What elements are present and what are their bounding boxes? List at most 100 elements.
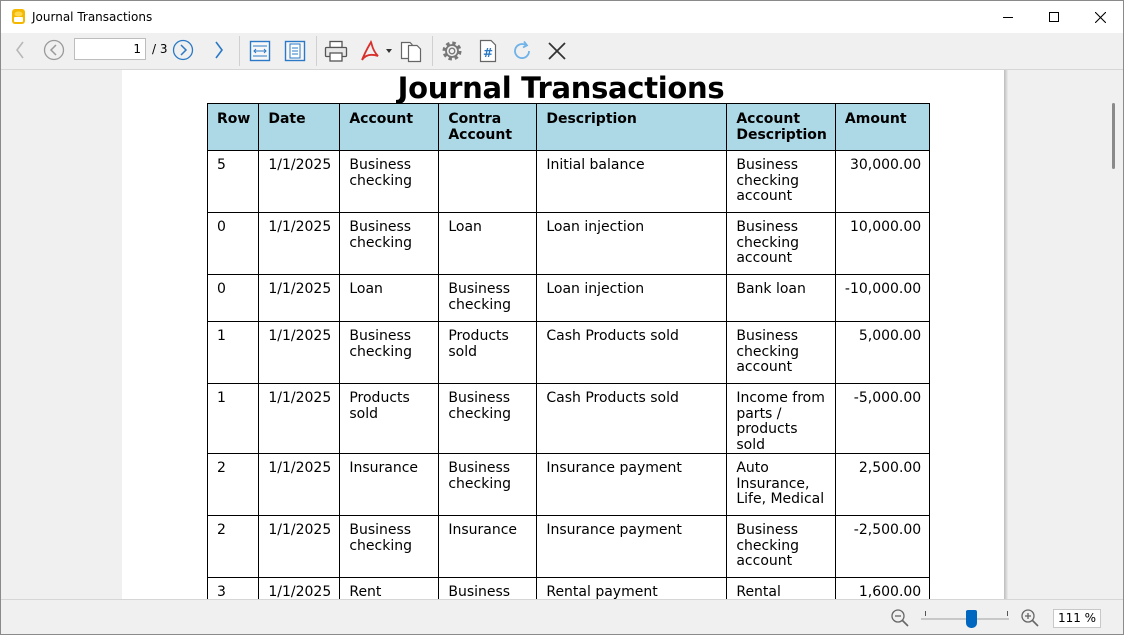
forward-button[interactable] [208, 38, 230, 62]
date-cell: 1/1/2025 [258, 212, 341, 275]
column-header: Row [206, 103, 260, 151]
table-row: 5 1/1/2025 Business checking Initial bal… [206, 150, 931, 213]
table-row: 2 1/1/2025 Insurance Business checking I… [206, 453, 931, 516]
circle-next-icon [172, 39, 194, 61]
table-row: 0 1/1/2025 Business checking Loan Loan i… [206, 212, 931, 275]
account-cell: Business checking [339, 515, 440, 578]
page-number-input[interactable]: 1 [74, 38, 146, 60]
page-shadow [1004, 70, 1008, 599]
fit-page-button[interactable] [282, 38, 308, 64]
document-page: Journal Transactions Row Date Account Co… [122, 70, 1004, 599]
account-description-cell: Business checking account [726, 150, 836, 213]
description-cell: Initial balance [536, 150, 728, 213]
toolbar-separator [239, 36, 240, 66]
close-icon [548, 42, 566, 60]
description-cell: Cash Products sold [536, 321, 728, 384]
contra-account-cell: Products sold [438, 321, 538, 384]
hash-document-icon: # [479, 39, 497, 63]
contra-account-cell: Business checking [438, 577, 538, 599]
account-cell: Business checking [339, 150, 440, 213]
account-description-cell: Business checking account [726, 212, 836, 275]
back-button[interactable] [9, 38, 31, 62]
amount-cell: 1,600.00 [834, 577, 931, 599]
account-cell: Insurance [339, 453, 440, 516]
column-header: Account [339, 103, 440, 151]
amount-cell: -2,500.00 [834, 515, 931, 578]
copy-button[interactable] [398, 38, 424, 64]
date-cell: 1/1/2025 [258, 383, 341, 454]
zoom-tick [1007, 611, 1008, 616]
table-row: 2 1/1/2025 Business checking Insurance I… [206, 515, 931, 578]
account-cell: Business checking [339, 212, 440, 275]
fit-width-button[interactable] [247, 38, 273, 64]
zoom-slider[interactable] [921, 610, 1009, 628]
zoom-slider-thumb[interactable] [966, 610, 977, 628]
table-row: 1 1/1/2025 Products sold Business checki… [206, 383, 931, 454]
next-page-button[interactable] [171, 38, 195, 62]
copy-icon [400, 41, 422, 63]
scrollbar-thumb[interactable] [1112, 103, 1115, 169]
fit-page-icon [284, 40, 306, 62]
export-pdf-button[interactable] [358, 38, 394, 64]
amount-cell: 2,500.00 [834, 453, 931, 516]
journal-table: Row Date Account Contra Account Descript… [206, 103, 931, 599]
previous-page-button[interactable] [42, 38, 66, 62]
document-code-button[interactable]: # [475, 38, 501, 64]
vertical-scrollbar[interactable] [1107, 70, 1123, 599]
table-row: 3 1/1/2025 Rent Business checking Rental… [206, 577, 931, 599]
account-cell: Rent [339, 577, 440, 599]
app-logo-icon [12, 9, 25, 24]
date-cell: 1/1/2025 [258, 321, 341, 384]
row-cell: 0 [206, 212, 260, 275]
table-row: 1 1/1/2025 Business checking Products so… [206, 321, 931, 384]
account-description-cell: Bank loan [726, 274, 836, 322]
amount-cell: -10,000.00 [834, 274, 931, 322]
document-title: Journal Transactions [397, 71, 725, 105]
minimize-icon [1003, 17, 1013, 18]
contra-account-cell: Insurance [438, 515, 538, 578]
row-cell: 1 [206, 383, 260, 454]
date-cell: 1/1/2025 [258, 150, 341, 213]
account-description-cell: Auto Insurance, Life, Medical [726, 453, 836, 516]
document-viewport[interactable]: Journal Transactions Row Date Account Co… [1, 69, 1123, 599]
close-preview-button[interactable] [544, 38, 570, 64]
print-button[interactable] [323, 38, 349, 64]
account-description-cell: Business checking account [726, 321, 836, 384]
maximize-icon [1049, 12, 1059, 22]
column-header: Amount [834, 103, 931, 151]
status-bar: 111 % [1, 599, 1123, 634]
zoom-level-input[interactable]: 111 % [1053, 609, 1101, 628]
description-cell: Loan injection [536, 274, 728, 322]
fit-width-icon [249, 40, 271, 62]
minimize-button[interactable] [985, 1, 1031, 33]
date-cell: 1/1/2025 [258, 453, 341, 516]
description-cell: Loan injection [536, 212, 728, 275]
toolbar-separator [432, 36, 433, 66]
settings-button[interactable] [439, 38, 465, 64]
contra-account-cell: Business checking [438, 274, 538, 322]
close-window-button[interactable] [1077, 1, 1123, 33]
maximize-button[interactable] [1031, 1, 1077, 33]
date-cell: 1/1/2025 [258, 274, 341, 322]
zoom-in-button[interactable] [1018, 606, 1042, 630]
contra-account-cell [438, 150, 538, 213]
date-cell: 1/1/2025 [258, 515, 341, 578]
refresh-icon [514, 40, 530, 59]
row-cell: 5 [206, 150, 260, 213]
contra-account-cell: Business checking [438, 383, 538, 454]
column-header: Contra Account [438, 103, 538, 151]
account-description-cell: Business checking account [726, 515, 836, 578]
refresh-button[interactable] [509, 38, 535, 64]
settings-icon [442, 41, 462, 61]
window-title: Journal Transactions [32, 10, 153, 24]
account-description-cell: Rental Payments [726, 577, 836, 599]
contra-account-cell: Business checking [438, 453, 538, 516]
description-cell: Cash Products sold [536, 383, 728, 454]
toolbar-separator [316, 36, 317, 66]
zoom-out-button[interactable] [888, 606, 912, 630]
amount-cell: -5,000.00 [834, 383, 931, 454]
arrow-right-icon [215, 41, 223, 59]
column-header: Date [258, 103, 341, 151]
row-cell: 0 [206, 274, 260, 322]
zoom-in-icon [1021, 609, 1039, 627]
